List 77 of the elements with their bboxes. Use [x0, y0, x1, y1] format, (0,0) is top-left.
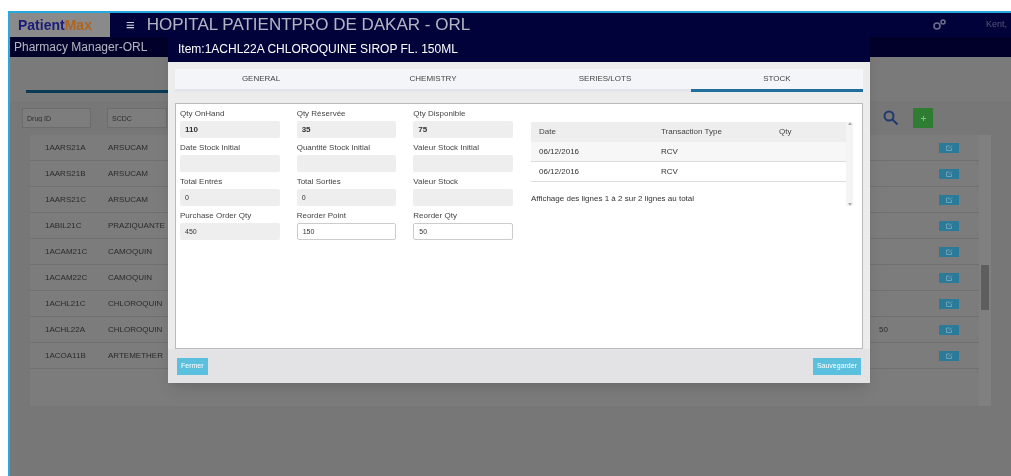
- edit-icon: [945, 196, 953, 203]
- add-button[interactable]: [913, 108, 933, 128]
- table-cell-text: RCV: [661, 165, 679, 178]
- app-logo: PatientMax: [10, 13, 110, 37]
- table-cell-text: 1ABIL21C: [44, 219, 83, 232]
- edit-icon: [945, 248, 953, 255]
- edit-icon: [945, 300, 953, 307]
- edit-button[interactable]: [939, 350, 959, 361]
- column-header: Transaction Type: [661, 126, 723, 138]
- table-cell-text: 1ACAM22C: [44, 271, 89, 284]
- field-label: Purchase Order Qty: [180, 210, 253, 222]
- table-cell: CHLOROQUIN: [108, 323, 163, 336]
- scrollbar[interactable]: [846, 122, 853, 206]
- edit-button[interactable]: [939, 298, 959, 309]
- edit-button[interactable]: [939, 272, 959, 283]
- edit-button[interactable]: [939, 220, 959, 231]
- field-label: Date Stock Initial: [180, 142, 242, 154]
- tab[interactable]: SERIES/LOTS: [519, 69, 691, 92]
- section-title: Pharmacy Manager-ORL: [14, 39, 148, 56]
- scroll-up-icon[interactable]: [847, 122, 852, 125]
- table-cell-text: 1ACOA11B: [44, 349, 87, 362]
- field-label: Valeur Stock Initial: [413, 142, 480, 154]
- edit-icon: [945, 352, 953, 359]
- plus-icon: [920, 115, 926, 121]
- table-cell-text: 1AARS21B: [44, 167, 87, 180]
- settings-icon[interactable]: [932, 19, 946, 31]
- tab[interactable]: CHEMISTRY: [347, 69, 519, 92]
- table-cell-text: 1ACAM21C: [44, 245, 89, 258]
- edit-button[interactable]: [939, 168, 959, 179]
- scroll-down-icon[interactable]: [847, 203, 852, 206]
- table-cell-text: 06/12/2016: [538, 145, 581, 158]
- field-label: Qty Disponible: [413, 108, 467, 120]
- field-label: Reorder Point: [296, 210, 347, 222]
- table-cell-text: 1AARS21A: [44, 141, 87, 154]
- search-icon[interactable]: [883, 110, 899, 126]
- edit-icon: [945, 274, 953, 281]
- table-cell-text: 1ACHL22A: [44, 323, 87, 336]
- field-label: Total Entrés: [180, 176, 224, 188]
- table-cell-text: 1ACHL21C: [44, 297, 87, 310]
- tab[interactable]: GENERAL: [175, 69, 347, 92]
- table-cell: ARSUCAM: [108, 141, 148, 154]
- table-cell: ARTEMETHER: [108, 349, 163, 362]
- table-cell: ARSUCAM: [108, 193, 148, 206]
- menu-icon[interactable]: ≡: [126, 13, 135, 37]
- table-cell-text: 1AARS21C: [44, 193, 87, 206]
- table-cell: PRAZIQUANTE: [108, 219, 165, 232]
- table-cell: CAMOQUIN: [108, 245, 152, 258]
- table-cell: ARSUCAM: [108, 167, 148, 180]
- field-label: Valeur Stock: [413, 176, 460, 188]
- table-cell-text: 50: [879, 323, 889, 336]
- table-cell-text: 06/12/2016: [538, 165, 581, 178]
- edit-button[interactable]: [939, 142, 959, 153]
- input-field[interactable]: 110: [180, 121, 280, 138]
- field-label: Qty OnHand: [180, 108, 226, 120]
- column-header: Date: [538, 126, 557, 138]
- edit-icon: [945, 326, 953, 333]
- table-summary: Affichage des lignes 1 à 2 sur 2 lignes au total: [531, 193, 696, 205]
- field-label: Total Sorties: [296, 176, 342, 188]
- edit-icon: [945, 222, 953, 229]
- edit-button[interactable]: [939, 246, 959, 257]
- table-cell-text: RCV: [661, 145, 679, 158]
- edit-button[interactable]: [939, 194, 959, 205]
- edit-button[interactable]: [939, 324, 959, 335]
- input-field[interactable]: 35: [296, 121, 397, 138]
- field-label: Reorder Qty: [413, 210, 458, 222]
- app-title: HOPITAL PATIENTPRO DE DAKAR - ORL: [146, 14, 471, 37]
- table-cell: CAMOQUIN: [108, 271, 152, 284]
- edit-icon: [945, 144, 953, 151]
- field-label: Qty Réservée: [296, 108, 347, 120]
- edit-icon: [945, 170, 953, 177]
- scrollbar[interactable]: [979, 135, 991, 406]
- field-label: Quantité Stock Initial: [296, 142, 372, 154]
- column-header: Qty: [779, 126, 793, 138]
- tab[interactable]: STOCK: [691, 69, 863, 92]
- dialog-title: Item:1ACHL22A CHLOROQUINE SIROP FL. 150ML: [178, 40, 458, 58]
- input-field[interactable]: 75: [413, 121, 513, 138]
- table-cell: CHLOROQUIN: [108, 297, 163, 310]
